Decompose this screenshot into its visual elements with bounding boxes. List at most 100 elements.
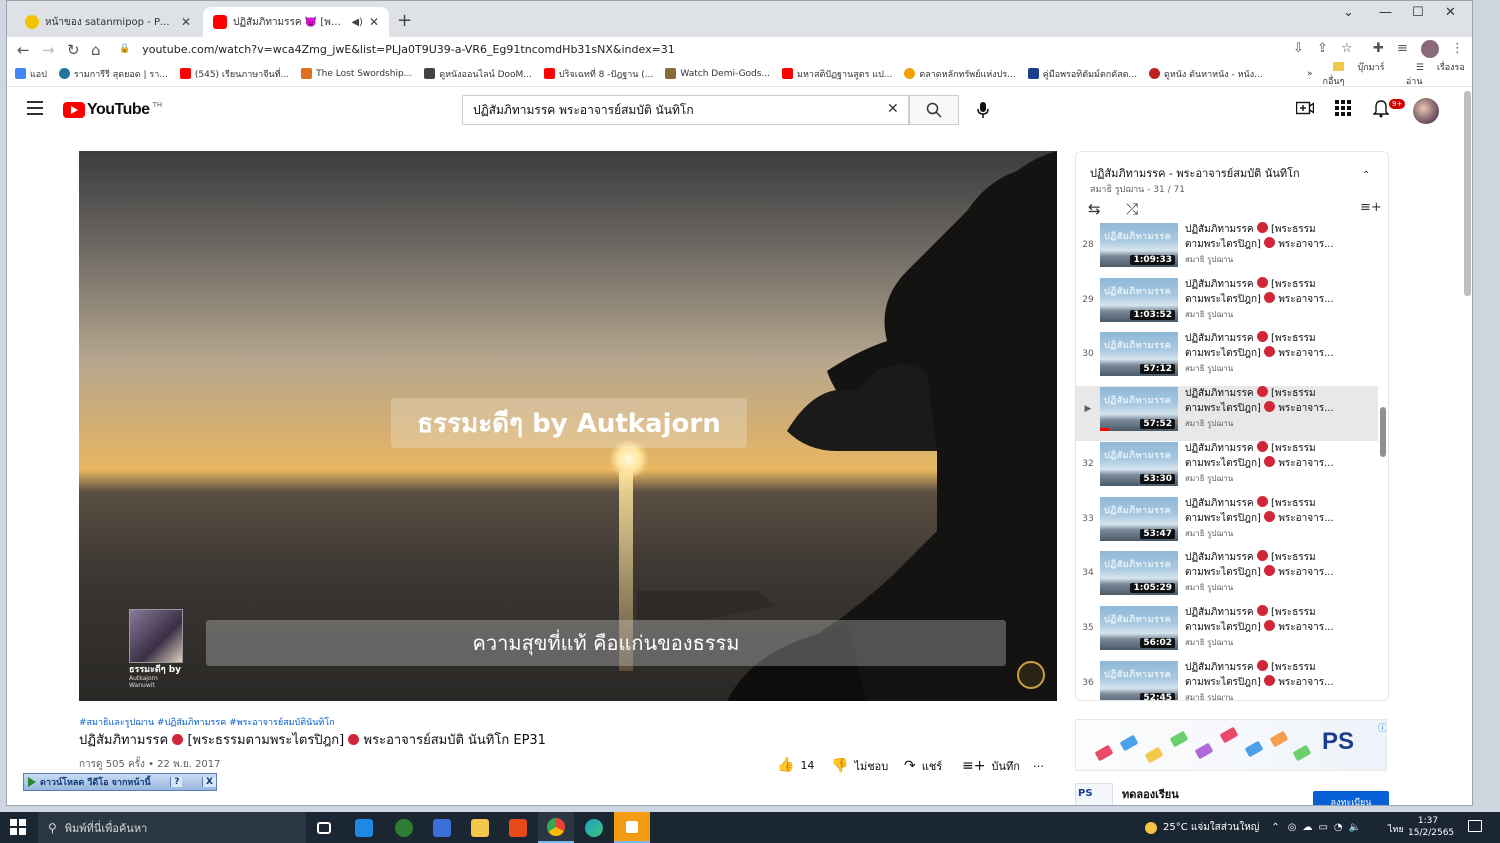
taskbar-app-mail[interactable] (346, 812, 382, 843)
bookmark-item[interactable]: คู่มือพรอทิตัมม์ตกตัสต... (1027, 67, 1137, 81)
weather-text[interactable]: 25°C แจ่มใสส่วนใหญ่ (1163, 820, 1259, 835)
playlist-item-current[interactable]: ▶ ปฏิสัมภิทามรรค 57:52 ปฏิสัมภิทามรรค [พระธ… (1076, 386, 1378, 442)
bookmark-item[interactable]: ตลาดหลักทรัพย์แห่งปร... (904, 67, 1016, 81)
profile-avatar[interactable] (1421, 40, 1439, 58)
address-bar[interactable]: 🔒 youtube.com/watch?v=wca4Zmg_jwE&list=P… (119, 39, 1369, 59)
download-video-bar[interactable]: ดาวน์โหลด วีดีโอ จากหน้านี้ ? X (23, 773, 217, 791)
playlist-item[interactable]: 33 ปฏิสัมภิทามรรค 53:47 ปฏิสัมภิทามรรค [พระ… (1076, 495, 1378, 551)
collapse-playlist-icon[interactable]: ⌃ (1362, 170, 1370, 181)
install-app-icon[interactable]: ⇩ (1293, 41, 1304, 56)
playlist-item[interactable]: 28 ปฏิสัมภิทามรรค 1:09:33 ปฏิสัมภิทามรรค [พ… (1076, 222, 1378, 277)
bookmark-item[interactable]: ดูหนัง ดันหาหนัง - หนัง... (1149, 67, 1263, 81)
extensions-icon[interactable]: ✚ (1373, 41, 1384, 56)
share-icon[interactable]: ⇪ (1317, 41, 1328, 56)
tab-pantip[interactable]: หน้าของ satanmipop - Pantip ✕ (15, 7, 201, 37)
chrome-menu-icon[interactable]: ⋮ (1451, 41, 1464, 56)
close-tab-icon[interactable]: ✕ (369, 15, 379, 29)
notifications-bell-icon[interactable] (1373, 100, 1389, 118)
audio-playing-icon[interactable]: ◀) (351, 17, 363, 28)
video-hashtags[interactable]: #สมาธิและรูปฌาน #ปฏิสัมภิทามรรค #พระอาจา… (79, 715, 335, 729)
task-view-button[interactable] (306, 812, 342, 843)
taskbar-app-chrome[interactable] (538, 812, 574, 843)
ad-banner[interactable]: PS ⓘ (1075, 719, 1387, 771)
network-icon[interactable]: ◔ (1334, 822, 1343, 833)
share-button[interactable]: ↷ แชร์ (904, 757, 942, 775)
bookmark-item[interactable]: มหาสติปัฏฐานสูตร แป... (782, 67, 892, 81)
maximize-button[interactable]: ☐ (1412, 5, 1424, 20)
tab-search-icon[interactable]: ⌄ (1343, 5, 1354, 20)
tab-youtube[interactable]: ปฏิสัมภิทามรรค 👿 [พระธรรมต ◀) ✕ (203, 7, 389, 37)
taskbar-app-blue[interactable] (424, 812, 460, 843)
shuffle-icon[interactable]: ⤮ (1126, 200, 1138, 218)
windows-start-icon[interactable] (10, 819, 26, 835)
playlist-item[interactable]: 29 ปฏิสัมภิทามรรค 1:03:52 ปฏิสัมภิทามรรค [พ… (1076, 276, 1378, 332)
download-close-button[interactable]: X (202, 777, 216, 787)
tray-overflow-icon[interactable]: ⌃ (1271, 822, 1279, 833)
playlist-item[interactable]: 30 ปฏิสัมภิทามรรค 57:12 ปฏิสัมภิทามรรค [พระ… (1076, 331, 1378, 386)
playlist-channel[interactable]: สมาธิ รูปฌาน (1090, 185, 1144, 195)
bookmark-item[interactable]: ดูหนังออนไลน์ DooM... (424, 67, 532, 81)
playlist-title[interactable]: ปฏิสัมภิทามรรค - พระอาจารย์สมบัติ นันทิโ… (1090, 164, 1300, 182)
taskbar-app-edge[interactable] (576, 812, 612, 843)
voice-search-button[interactable] (969, 96, 997, 124)
youtube-logo[interactable]: YouTube TH (63, 101, 162, 119)
like-button[interactable]: 👍 14 (777, 757, 814, 773)
loop-playlist-icon[interactable]: ⇆ (1088, 200, 1101, 218)
sponsor-register-button[interactable]: ลงทะเบียน (1313, 791, 1389, 805)
bookmark-item[interactable]: The Lost Swordship... (301, 68, 412, 79)
taskbar-app-orange[interactable] (614, 812, 650, 843)
taskbar-search[interactable]: ⚲ พิมพ์ที่นี่เพื่อค้นหา (38, 812, 306, 843)
save-button[interactable]: ≡+ บันทึก (962, 757, 1020, 775)
save-playlist-icon[interactable]: ≡+ (1360, 200, 1382, 215)
bookmark-item[interactable]: (545) เรียนภาษาจีนที่... (179, 67, 289, 81)
download-help-button[interactable]: ? (170, 777, 183, 787)
playlist-item[interactable]: 32 ปฏิสัมภิทามรรค 53:30 ปฏิสัมภิทามรรค [พระ… (1076, 440, 1378, 496)
devil-emoji-icon (172, 734, 184, 745)
clear-search-icon[interactable]: ✕ (887, 101, 899, 117)
movie-site-icon (424, 68, 436, 79)
playlist-item[interactable]: 34 ปฏิสัมภิทามรรค 1:05:29 ปฏิสัมภิทามรรค [พ… (1076, 550, 1378, 605)
search-input[interactable]: ปฏิสัมภิทามรรค พระอาจารย์สมบัติ นันทิโก (462, 95, 909, 125)
bookmarks-overflow-button[interactable]: » (1307, 69, 1313, 79)
video-player[interactable]: ธรรมะดีๆ by Autkajorn ความสุขที่แท้ คือแ… (79, 151, 1057, 701)
bookmark-item[interactable]: รามการีรี สุดยอด | รา... (58, 67, 168, 81)
bookmark-item[interactable]: Watch Demi-Gods... (665, 68, 770, 79)
other-bookmarks-folder[interactable]: บุ๊กมาร์กอื่นๆ (1323, 60, 1396, 88)
new-tab-button[interactable]: + (397, 10, 412, 31)
reading-list-button[interactable]: ☰ เรื่องรออ่าน (1406, 60, 1472, 88)
minimize-button[interactable]: — (1379, 5, 1392, 20)
taskbar-clock[interactable]: 1:37 15/2/2565 (1408, 815, 1454, 839)
more-actions-button[interactable]: … (1033, 757, 1044, 770)
cloud-icon[interactable]: ☁ (1302, 822, 1312, 833)
bookmark-item[interactable]: แอป (15, 67, 47, 81)
playlist-item[interactable]: 35 ปฏิสัมภิทามรรค 56:02 ปฏิสัมภิทามรรค [พระ… (1076, 604, 1378, 660)
forward-button[interactable]: → (42, 41, 55, 59)
ad-info-icon[interactable]: ⓘ (1378, 721, 1386, 734)
reload-button[interactable]: ↻ (67, 41, 80, 59)
taskbar-app-office[interactable] (500, 812, 536, 843)
close-window-button[interactable]: ✕ (1445, 5, 1456, 20)
volume-icon[interactable]: 🔈 (1349, 822, 1361, 833)
sponsor-title[interactable]: ทดลองเรียน (1122, 785, 1179, 803)
action-center-icon[interactable] (1468, 820, 1482, 832)
create-video-icon[interactable] (1296, 100, 1314, 116)
page-scrollbar[interactable] (1464, 91, 1471, 296)
bookmark-item[interactable]: ปริจเฉทที่ 8 -ปัฎฐาน (... (543, 67, 653, 81)
playlist-item[interactable]: 36 ปฏิสัมภิทามรรค 52:45 ปฏิสัมภิทามรรค [พระ… (1076, 659, 1378, 700)
back-button[interactable]: ← (17, 41, 30, 59)
tray-app-icon[interactable]: ◎ (1288, 822, 1297, 833)
taskbar-app-file-explorer[interactable] (462, 812, 498, 843)
taskbar-app-xbox[interactable] (386, 812, 422, 843)
bookmark-star-icon[interactable]: ☆ (1341, 41, 1353, 56)
account-avatar[interactable] (1413, 98, 1439, 124)
home-button[interactable]: ⌂ (91, 41, 101, 59)
playlist-scrollbar[interactable] (1380, 407, 1386, 457)
media-control-icon[interactable]: ≡ (1397, 41, 1408, 56)
hamburger-menu-icon[interactable] (27, 101, 43, 115)
input-language[interactable]: ไทย (1388, 822, 1404, 836)
battery-icon[interactable]: ▭ (1318, 822, 1327, 833)
apps-grid-icon[interactable] (1335, 100, 1351, 116)
close-tab-icon[interactable]: ✕ (181, 15, 191, 29)
search-button[interactable] (909, 95, 959, 125)
dislike-button[interactable]: 👎 ไม่ชอบ (831, 757, 888, 775)
